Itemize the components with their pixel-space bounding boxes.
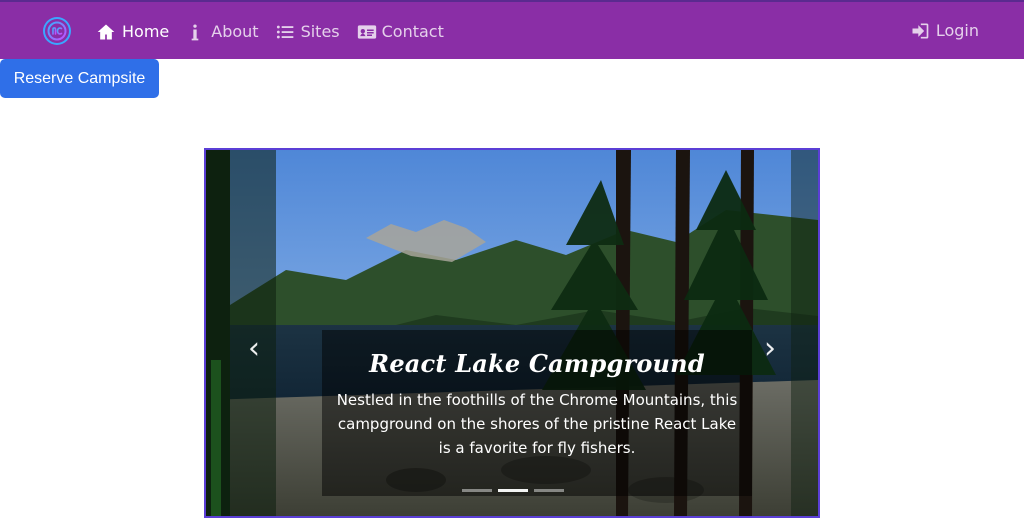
carousel-prev-button[interactable]: ‹ <box>242 328 266 368</box>
nav-about-label: About <box>211 22 259 41</box>
carousel-caption-title: React Lake Campground <box>369 349 705 378</box>
campsite-carousel: ‹ › React Lake Campground Nestled in the… <box>204 148 820 518</box>
nav-contact-label: Contact <box>381 22 444 41</box>
brand-logo-glyph <box>47 21 67 41</box>
carousel-indicator-3[interactable] <box>534 489 564 492</box>
reserve-campsite-button[interactable]: Reserve Campsite <box>0 59 159 98</box>
main-nav: Home About Sites Contact <box>96 20 444 44</box>
chevron-left-icon: ‹ <box>248 330 260 366</box>
carousel-next-button[interactable]: › <box>758 328 782 368</box>
nav-home-label: Home <box>122 22 170 41</box>
nav-about[interactable]: About <box>185 22 259 42</box>
brand-logo-icon[interactable] <box>43 17 71 45</box>
home-icon <box>96 22 116 42</box>
list-icon <box>275 22 295 42</box>
address-card-icon <box>356 22 376 42</box>
carousel-indicator-2[interactable] <box>498 489 528 492</box>
login-label: Login <box>935 21 979 40</box>
chevron-right-icon: › <box>764 330 776 366</box>
login-link[interactable]: Login <box>910 21 979 41</box>
login-icon <box>910 21 930 41</box>
nav-sites-label: Sites <box>300 22 340 41</box>
nav-contact[interactable]: Contact <box>356 22 444 42</box>
carousel-indicator-1[interactable] <box>462 489 492 492</box>
top-navbar: Home About Sites Contact Login <box>0 0 1024 59</box>
carousel-caption-text: Nestled in the foothills of the Chrome M… <box>336 391 738 457</box>
nav-sites[interactable]: Sites <box>275 22 340 42</box>
carousel-caption: React Lake Campground Nestled in the foo… <box>322 330 752 496</box>
nav-home[interactable]: Home <box>96 22 169 42</box>
info-icon <box>185 22 205 42</box>
carousel-indicators <box>462 489 564 492</box>
